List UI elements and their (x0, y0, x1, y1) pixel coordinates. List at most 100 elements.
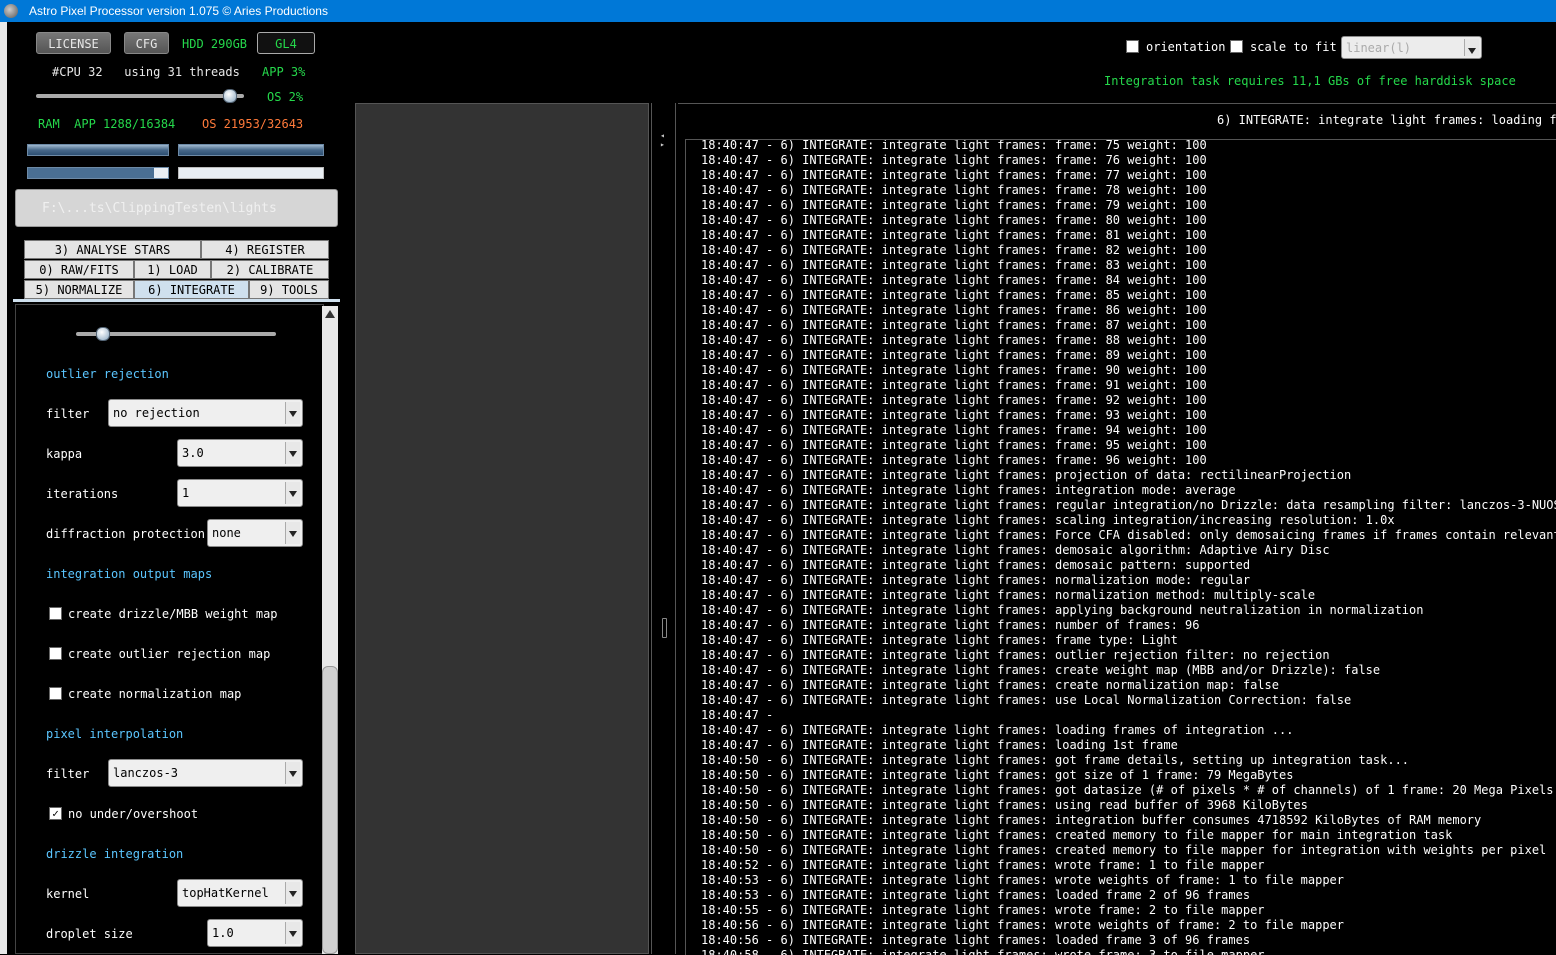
log-line: 18:40:47 - 6) INTEGRATE: integrate light… (701, 543, 1330, 557)
log-line: 18:40:47 - 6) INTEGRATE: integrate light… (701, 183, 1207, 197)
memory-bar-3 (27, 167, 169, 179)
log-line: 18:40:47 - 6) INTEGRATE: integrate light… (701, 573, 1251, 587)
image-viewer[interactable] (355, 103, 649, 954)
cfg-button[interactable]: CFG (124, 32, 169, 54)
drizzle-weight-map-checkbox[interactable] (49, 607, 62, 620)
drizzle-integration-heading: drizzle integration (46, 847, 184, 861)
pixel-interpolation-heading: pixel interpolation (46, 727, 184, 741)
log-line: 18:40:53 - 6) INTEGRATE: integrate light… (701, 888, 1251, 902)
log-line: 18:40:47 - 6) INTEGRATE: integrate light… (701, 153, 1207, 167)
log-line: 18:40:52 - 6) INTEGRATE: integrate light… (701, 858, 1265, 872)
diffraction-protection-value: none (212, 526, 241, 540)
iterations-value: 1 (182, 486, 190, 500)
splitter[interactable]: ◂ ▸ (651, 103, 676, 954)
log-line: 18:40:47 - 6) INTEGRATE: integrate light… (701, 348, 1207, 362)
current-task-status: 6) INTEGRATE: integrate light frames: lo… (1217, 113, 1556, 127)
log-line: 18:40:47 - 6) INTEGRATE: integrate light… (701, 558, 1251, 572)
scrollbar-thumb[interactable] (322, 666, 338, 954)
hdd-status: HDD 290GB (182, 37, 248, 51)
thread-slider-thumb[interactable] (223, 89, 238, 103)
log-line: 18:40:47 - 6) INTEGRATE: integrate light… (701, 258, 1207, 272)
log-line: 18:40:47 - 6) INTEGRATE: integrate light… (701, 468, 1352, 482)
title-bar: Astro Pixel Processor version 1.075 © Ar… (0, 0, 1556, 22)
tab-calibrate[interactable]: 2) CALIBRATE (211, 260, 329, 279)
log-line: 18:40:47 - 6) INTEGRATE: integrate light… (701, 393, 1207, 407)
rejection-filter-value: no rejection (113, 406, 200, 420)
working-directory-button[interactable]: F:\...ts\ClippingTesten\lights (15, 189, 338, 227)
log-line: 18:40:50 - 6) INTEGRATE: integrate light… (701, 783, 1554, 797)
interpolation-filter-value: lanczos-3 (113, 766, 179, 780)
log-line: 18:40:47 - (701, 708, 774, 722)
interpolation-filter-select[interactable]: lanczos-3 (108, 759, 303, 787)
diffraction-protection-select[interactable]: none (207, 519, 303, 547)
filter-label: filter (46, 407, 90, 421)
tab-tools[interactable]: 9) TOOLS (249, 280, 329, 299)
splitter-grip-icon[interactable] (662, 618, 667, 638)
outlier-map-checkbox[interactable] (49, 647, 62, 660)
orientation-checkbox[interactable] (1126, 40, 1139, 53)
thread-slider-track[interactable] (36, 94, 244, 98)
log-line: 18:40:47 - 6) INTEGRATE: integrate light… (701, 513, 1395, 527)
tab-load[interactable]: 1) LOAD (134, 260, 211, 279)
log-line: 18:40:47 - 6) INTEGRATE: integrate light… (701, 378, 1207, 392)
license-button[interactable]: LICENSE (36, 32, 111, 54)
tab-raw-fits[interactable]: 0) RAW/FITS (24, 260, 134, 279)
os-cpu-status: OS 2% (267, 90, 304, 104)
droplet-size-value: 1.0 (212, 926, 234, 940)
tab-normalize[interactable]: 5) NORMALIZE (24, 280, 134, 299)
log-line: 18:40:47 - 6) INTEGRATE: integrate light… (701, 648, 1330, 662)
ram-app-status: RAM APP 1288/16384 (38, 117, 176, 131)
log-line: 18:40:47 - 6) INTEGRATE: integrate light… (701, 453, 1207, 467)
stretch-select[interactable]: linear(l) (1341, 36, 1482, 59)
iterations-select[interactable]: 1 (177, 479, 303, 507)
log-line: 18:40:50 - 6) INTEGRATE: integrate light… (701, 813, 1482, 827)
cpu-threads-label: #CPU 32 using 31 threads (52, 65, 240, 79)
kernel-select[interactable]: topHatKernel (177, 879, 303, 907)
log-line: 18:40:47 - 6) INTEGRATE: integrate light… (701, 498, 1556, 512)
log-line: 18:40:47 - 6) INTEGRATE: integrate light… (701, 618, 1200, 632)
log-line: 18:40:56 - 6) INTEGRATE: integrate light… (701, 918, 1344, 932)
settings-scrollbar[interactable] (322, 306, 338, 954)
tab-analyse-stars[interactable]: 3) ANALYSE STARS (24, 240, 201, 259)
normalization-map-checkbox[interactable] (49, 687, 62, 700)
interpolation-filter-label: filter (46, 767, 90, 781)
disk-space-warning: Integration task requires 11,1 GBs of fr… (1104, 74, 1516, 88)
chevron-down-icon (1464, 39, 1479, 56)
log-line: 18:40:50 - 6) INTEGRATE: integrate light… (701, 828, 1453, 842)
gl-button[interactable]: GL4 (257, 32, 315, 54)
tab-underline (13, 299, 340, 302)
log-line: 18:40:47 - 6) INTEGRATE: integrate light… (701, 139, 1207, 152)
status-header: 6) INTEGRATE: integrate light frames: lo… (678, 103, 1556, 139)
ram-os-status: OS 21953/32643 (202, 117, 304, 131)
no-overshoot-checkbox[interactable]: ✓ (49, 807, 62, 820)
app-cpu-status: APP 3% (262, 65, 306, 79)
scale-to-fit-checkbox[interactable] (1230, 40, 1243, 53)
log-line: 18:40:47 - 6) INTEGRATE: integrate light… (701, 288, 1207, 302)
scroll-up-icon[interactable] (325, 310, 335, 318)
collapse-arrows-icon[interactable]: ◂ ▸ (660, 131, 665, 149)
tab-register[interactable]: 4) REGISTER (201, 240, 329, 259)
working-directory-path: F:\...ts\ClippingTesten\lights (42, 201, 277, 216)
app-icon[interactable] (4, 4, 18, 18)
log-line: 18:40:47 - 6) INTEGRATE: integrate light… (701, 678, 1279, 692)
outlier-map-label: create outlier rejection map (68, 647, 271, 661)
log-line: 18:40:47 - 6) INTEGRATE: integrate light… (701, 213, 1207, 227)
log-line: 18:40:50 - 6) INTEGRATE: integrate light… (701, 843, 1547, 857)
rejection-filter-select[interactable]: no rejection (108, 399, 303, 427)
log-line: 18:40:47 - 6) INTEGRATE: integrate light… (701, 363, 1207, 377)
log-line: 18:40:47 - 6) INTEGRATE: integrate light… (701, 408, 1207, 422)
log-line: 18:40:47 - 6) INTEGRATE: integrate light… (701, 273, 1207, 287)
kappa-select[interactable]: 3.0 (177, 439, 303, 467)
log-line: 18:40:47 - 6) INTEGRATE: integrate light… (701, 528, 1556, 542)
droplet-size-select[interactable]: 1.0 (207, 919, 303, 947)
log-line: 18:40:56 - 6) INTEGRATE: integrate light… (701, 933, 1251, 947)
tab-integrate[interactable]: 6) INTEGRATE (134, 280, 249, 299)
log-console[interactable]: 18:40:47 - 6) INTEGRATE: integrate light… (685, 139, 1556, 955)
log-line: 18:40:50 - 6) INTEGRATE: integrate light… (701, 768, 1294, 782)
log-line: 18:40:47 - 6) INTEGRATE: integrate light… (701, 303, 1207, 317)
log-line: 18:40:47 - 6) INTEGRATE: integrate light… (701, 588, 1316, 602)
panel-slider-thumb[interactable] (96, 327, 110, 341)
chevron-down-icon (285, 882, 300, 904)
outlier-rejection-heading: outlier rejection (46, 367, 169, 381)
log-line: 18:40:47 - 6) INTEGRATE: integrate light… (701, 243, 1207, 257)
